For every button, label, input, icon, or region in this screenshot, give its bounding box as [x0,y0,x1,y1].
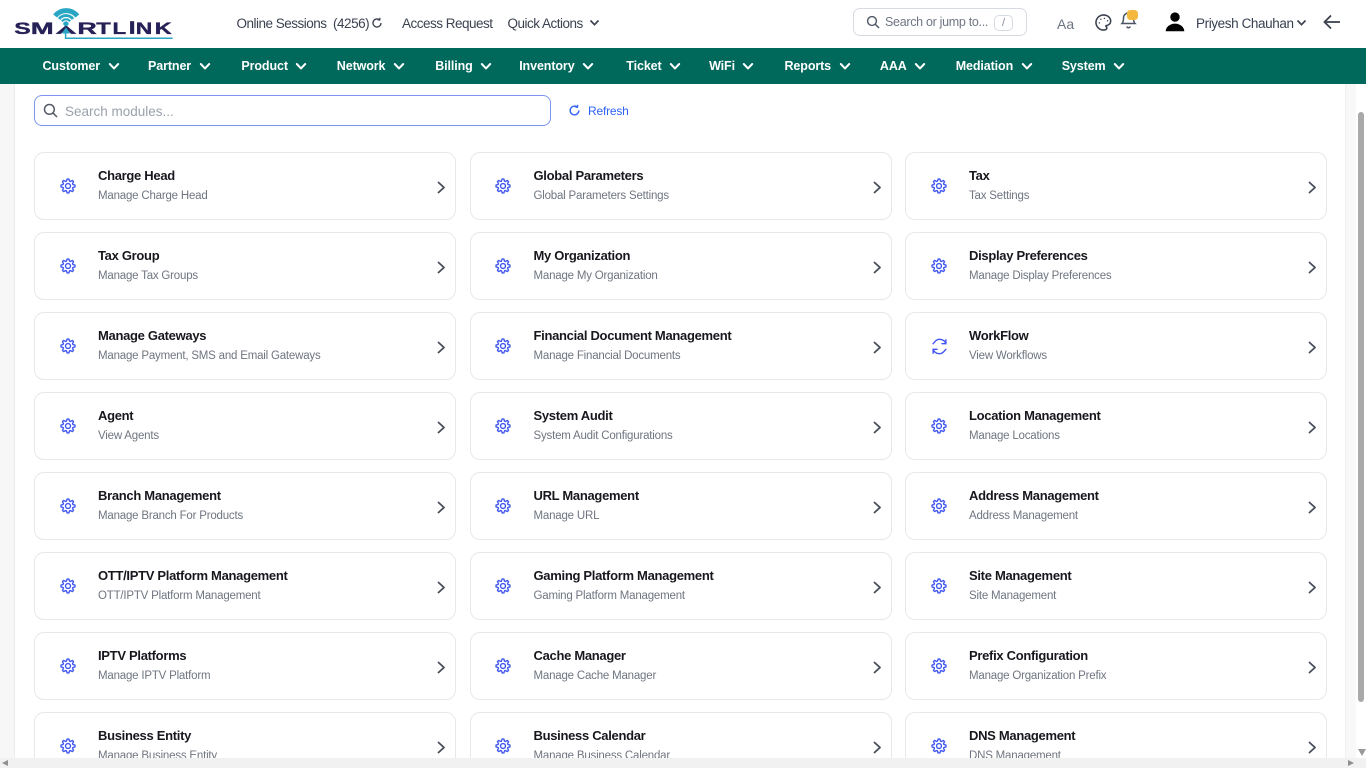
svg-text:N: N [136,19,153,38]
svg-text:K: K [155,19,172,38]
svg-text:T: T [96,19,111,38]
svg-text:L: L [113,19,127,38]
svg-text:R: R [77,19,96,38]
svg-text:M: M [31,18,54,37]
svg-text:S: S [14,19,30,37]
